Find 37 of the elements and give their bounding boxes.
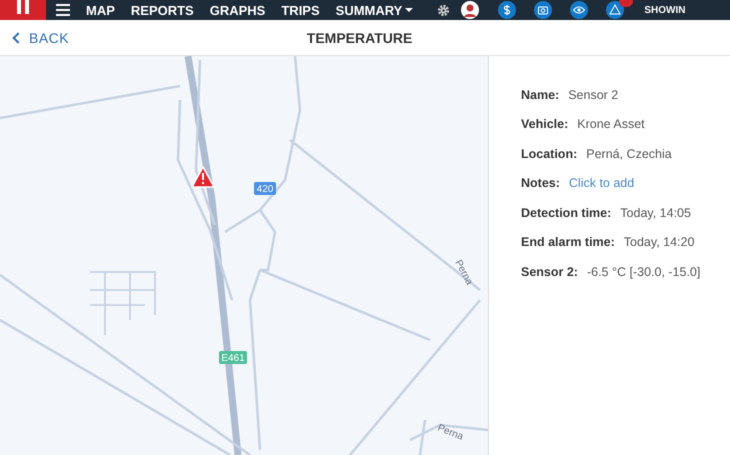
detail-label: Notes: — [521, 176, 560, 190]
page-title: TEMPERATURE — [306, 30, 414, 46]
place-label: Perna — [452, 258, 475, 287]
account-label[interactable]: SHOWIN — [644, 4, 686, 16]
detail-label: Detection time: — [521, 206, 612, 220]
back-link[interactable]: BACK — [14, 30, 70, 46]
camera-icon[interactable] — [534, 1, 552, 19]
avatar-icon[interactable] — [460, 0, 480, 20]
nav-link[interactable]: REPORTS — [130, 2, 194, 18]
road-number-sign: 420 — [254, 182, 276, 195]
detail-value: Today, 14:05 — [620, 206, 691, 220]
road-number-sign: E461 — [219, 351, 247, 364]
detail-label: End alarm time: — [521, 235, 615, 250]
dollar-icon[interactable] — [498, 1, 516, 19]
detail-value: Perná, Czechia — [586, 146, 672, 161]
add-notes-link[interactable]: Click to add — [568, 176, 634, 190]
map-view[interactable]: 420 E461 Perna Perna — [0, 56, 489, 455]
app-logo-icon[interactable] — [0, 0, 46, 20]
nav-link[interactable]: GRAPHS — [210, 2, 266, 18]
settings-icon[interactable] — [437, 4, 450, 16]
detail-label: Vehicle: — [521, 117, 568, 132]
nav-link[interactable]: MAP — [86, 2, 115, 18]
detail-label: Sensor 2: — [521, 264, 578, 279]
menu-icon[interactable] — [56, 4, 70, 16]
detail-label: Location: — [521, 146, 578, 161]
nav-link[interactable]: SUMMARY — [336, 2, 414, 18]
detail-value: -6.5 °C [-30.0, -15.0] — [586, 264, 700, 279]
detail-value: Krone Asset — [577, 117, 645, 132]
detail-value: Sensor 2 — [568, 88, 618, 102]
nav-link[interactable]: TRIPS — [281, 2, 320, 18]
place-label: Perna — [436, 422, 465, 443]
detail-value: Today, 14:20 — [624, 235, 694, 250]
warning-marker-icon[interactable] — [191, 166, 215, 188]
caret-icon[interactable] — [405, 8, 414, 12]
eye-icon[interactable] — [570, 1, 588, 19]
detail-label: Name: — [521, 88, 560, 102]
alert-icon[interactable] — [606, 1, 624, 19]
